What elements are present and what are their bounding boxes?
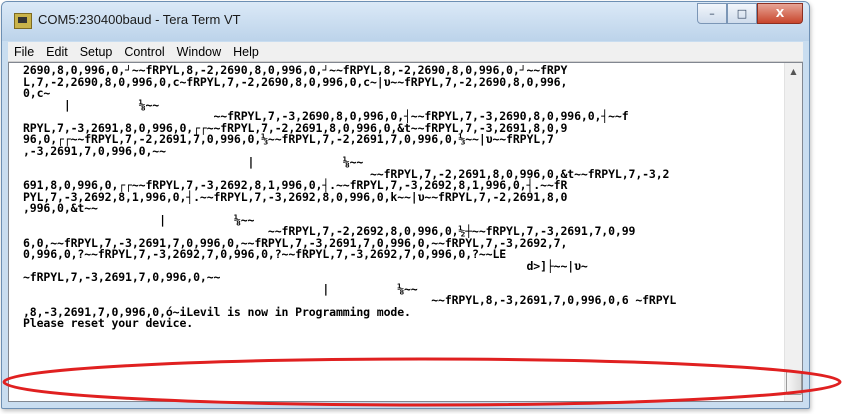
terminal-area[interactable]: 2690,8,0,996,0,┘~~fRPYL,8,-2,2690,8,0,99… [8,62,803,402]
maximize-button[interactable]: □ [727,3,757,24]
title-bar[interactable]: COM5:230400baud - Tera Term VT – □ X [2,2,809,41]
scroll-thumb[interactable] [786,371,802,395]
scroll-up-arrow-icon[interactable]: ▲ [785,63,802,80]
caption-buttons: – □ X [697,3,803,24]
close-button[interactable]: X [757,3,803,24]
menu-setup[interactable]: Setup [74,45,119,59]
menu-help[interactable]: Help [227,45,265,59]
terminal-line: PYL,7,-3,2692,8,1,996,0,┤.~~fRPYL,7,-3,2… [23,189,568,204]
menu-window[interactable]: Window [171,45,227,59]
minimize-button[interactable]: – [697,3,727,24]
terminal-line: L,7,-2,2690,8,0,996,0,c~fRPYL,7,-2,2690,… [23,74,568,89]
vertical-scrollbar[interactable]: ▲ [784,63,802,401]
menu-control[interactable]: Control [118,45,170,59]
teraterm-window: COM5:230400baud - Tera Term VT – □ X Fil… [1,1,810,409]
menu-file[interactable]: File [8,45,40,59]
window-title: COM5:230400baud - Tera Term VT [38,12,241,27]
teraterm-app-icon[interactable] [14,13,32,29]
menu-bar: File Edit Setup Control Window Help [8,42,803,62]
terminal-line: Please reset your device. [23,316,194,330]
menu-edit[interactable]: Edit [40,45,74,59]
terminal-output[interactable]: 2690,8,0,996,0,┘~~fRPYL,8,-2,2690,8,0,99… [23,65,781,401]
